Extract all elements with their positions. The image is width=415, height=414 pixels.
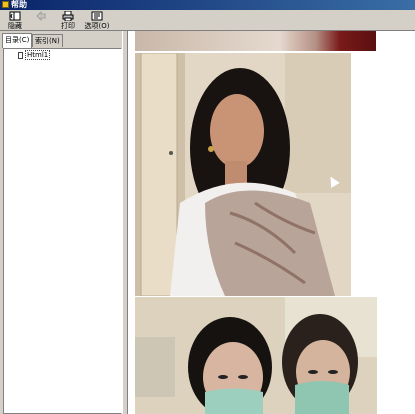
back-icon [36, 11, 46, 21]
help-app-icon [2, 1, 9, 8]
hide-icon [9, 11, 21, 21]
tree-item-label: Html1 [25, 50, 51, 60]
woman-in-shawl-photo [135, 53, 351, 296]
tree-item-html1[interactable]: Html1 [18, 50, 51, 60]
window-title: 帮助 [11, 0, 27, 9]
options-button[interactable]: 选项(O) [84, 11, 110, 30]
print-button[interactable]: 打印 [55, 11, 81, 30]
options-icon [91, 11, 103, 21]
women-with-masks-illustration [135, 297, 377, 414]
options-button-label: 选项(O) [84, 22, 110, 30]
hide-button-label: 隐藏 [8, 22, 22, 30]
toolbar: 隐藏 后退 打印 选项(O) [0, 10, 415, 31]
contents-tree: Html1 [3, 48, 122, 414]
content-pane [128, 31, 415, 414]
woman-in-shawl-illustration [135, 53, 351, 296]
hide-button[interactable]: 隐藏 [2, 11, 28, 30]
print-button-label: 打印 [61, 22, 75, 30]
tab-index[interactable]: 索引(N) [32, 34, 63, 47]
title-bar: 帮助 [0, 0, 415, 10]
document-icon [18, 51, 23, 59]
top-cropped-photo [135, 31, 376, 51]
navigation-pane: 目录(C) 索引(N) Html1 [0, 31, 128, 414]
print-icon [62, 11, 74, 21]
women-with-masks-photo [135, 297, 377, 414]
tab-contents[interactable]: 目录(C) [2, 33, 33, 48]
back-button[interactable]: 后退 [28, 11, 54, 29]
